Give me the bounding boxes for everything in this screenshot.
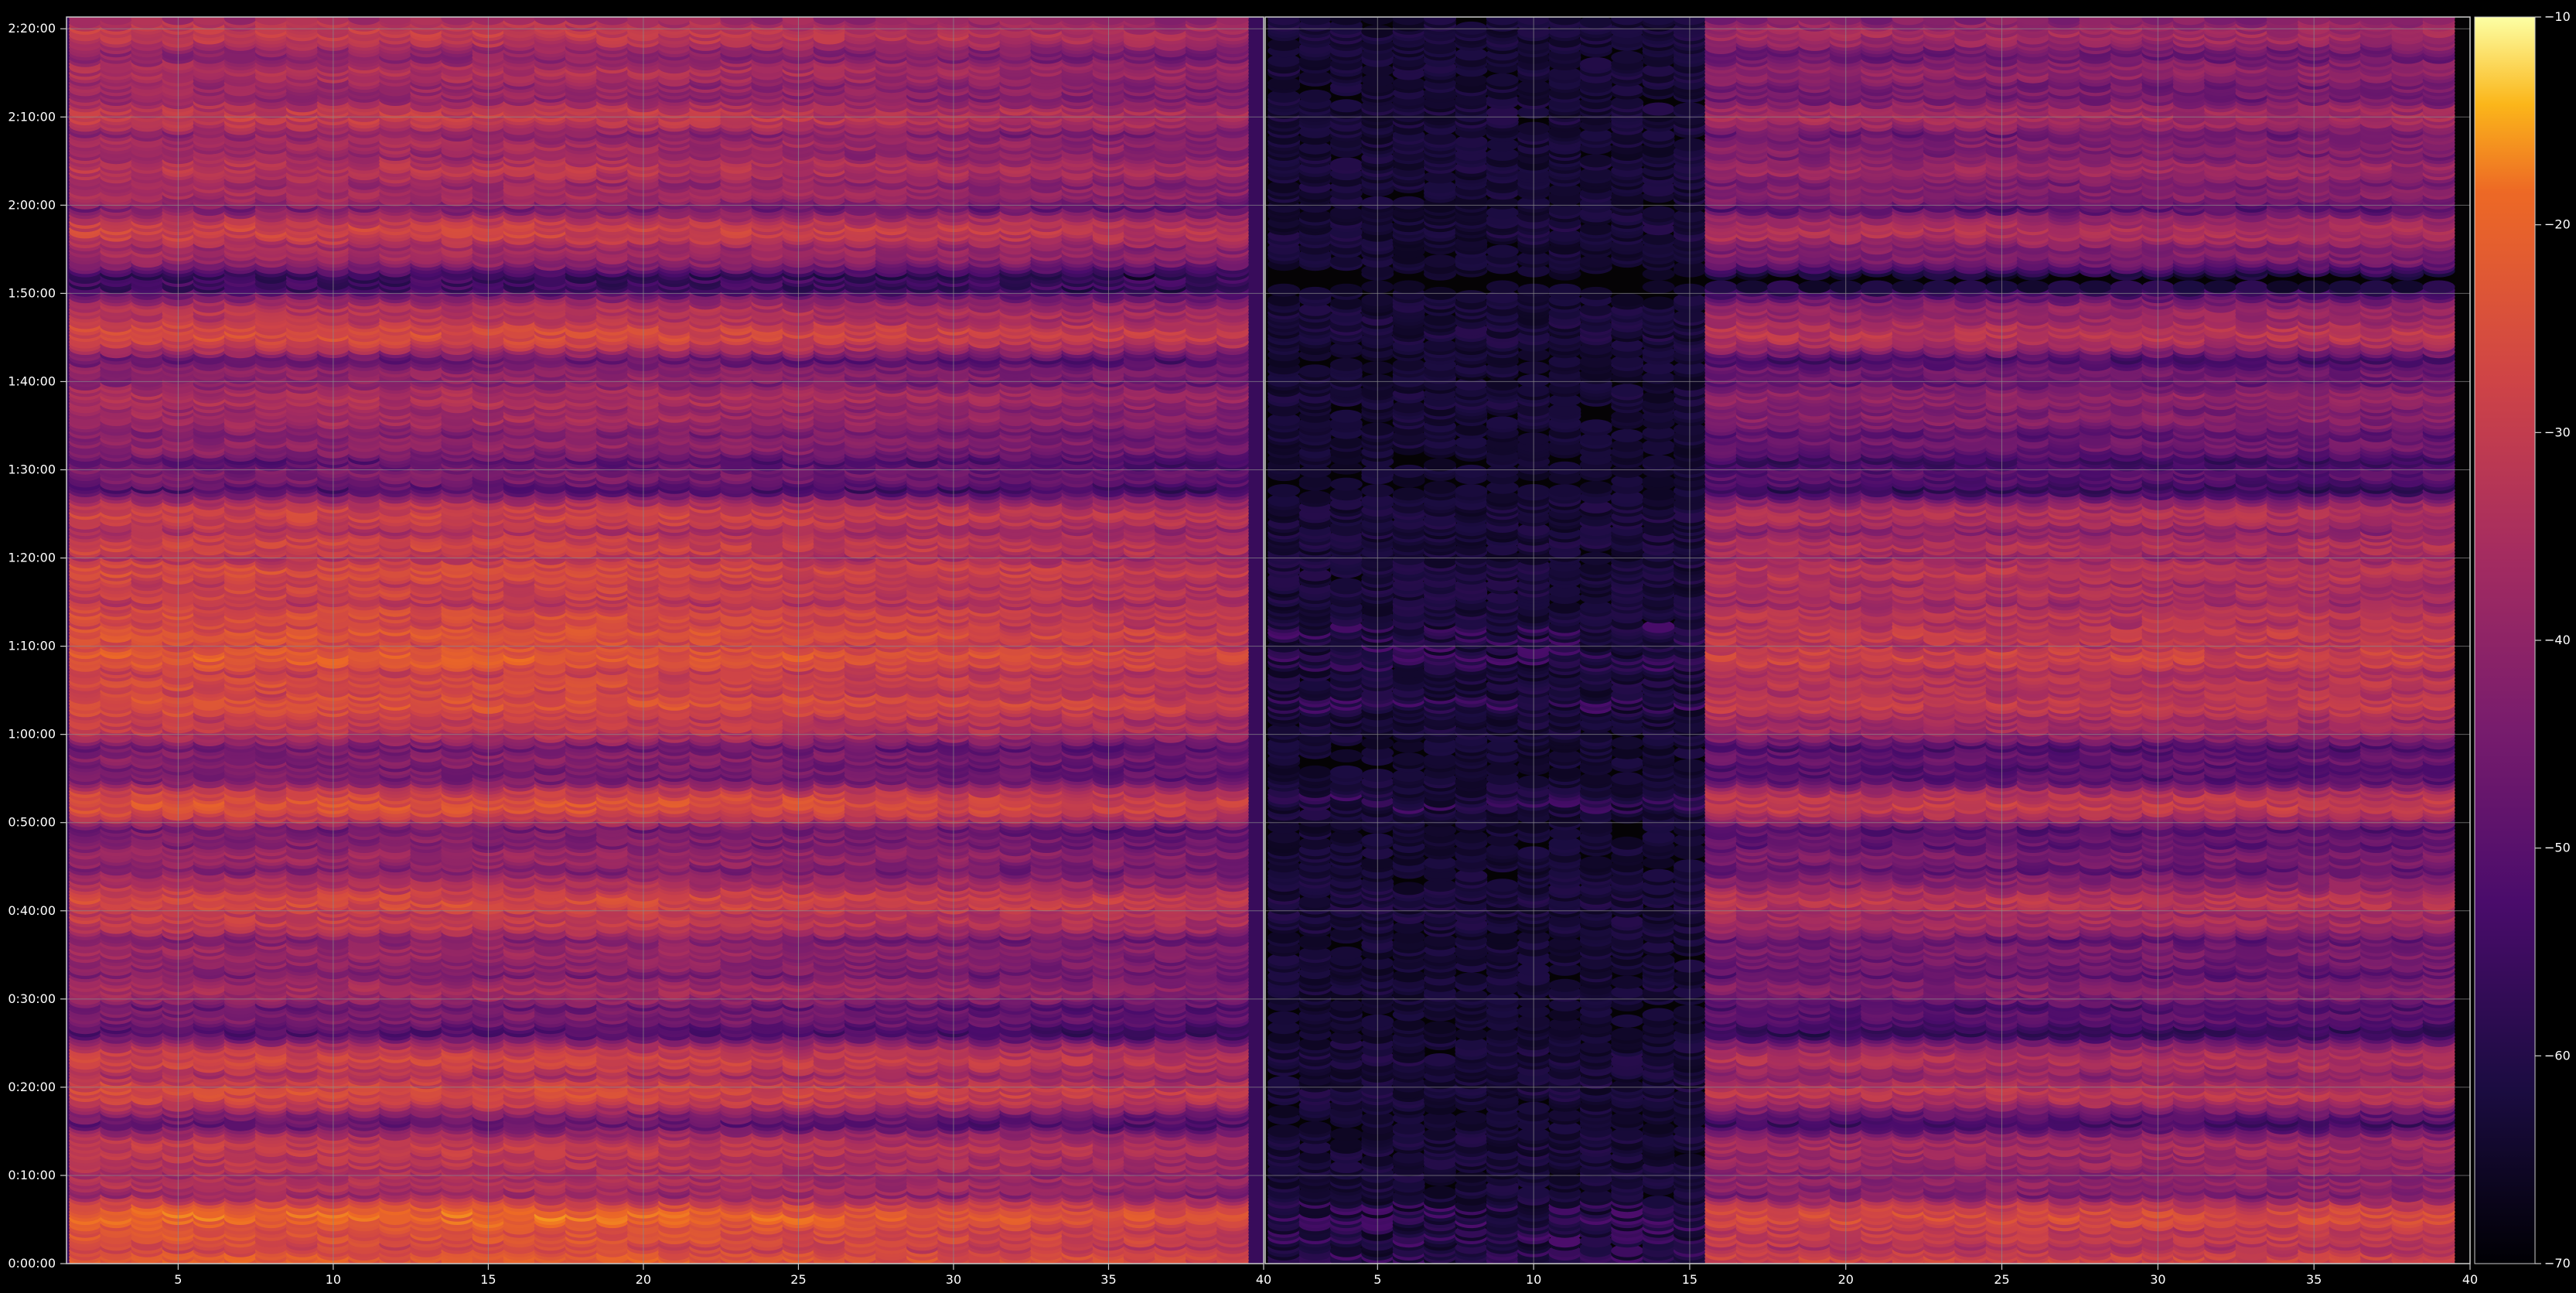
heatmap-chart: 0:00:000:10:000:20:000:30:000:40:000:50:…	[8, 9, 2570, 1287]
left-panel-heatmap	[67, 17, 1264, 1264]
